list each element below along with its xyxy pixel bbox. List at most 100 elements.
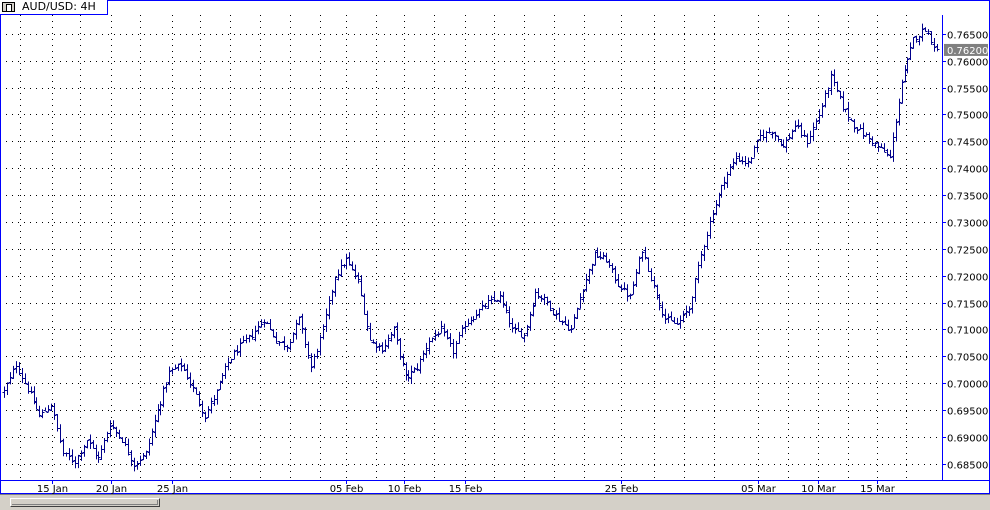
ohlc-bar xyxy=(404,362,409,381)
ohlc-bar xyxy=(114,426,119,438)
ohlc-bar xyxy=(150,428,155,446)
price-chart[interactable]: 0.76500 0.76000 0.75500 0.75000 0.74500 0.740… xyxy=(0,0,990,494)
ohlc-bar xyxy=(607,259,612,268)
price-tick-label: 0.74500 xyxy=(947,138,988,149)
ohlc-bar xyxy=(669,311,674,321)
ohlc-bar xyxy=(170,367,175,375)
ohlc-bar xyxy=(897,98,902,126)
ohlc-bar xyxy=(908,42,913,61)
ohlc-bar xyxy=(212,395,217,406)
ohlc-bar xyxy=(253,325,258,342)
ohlc-bar xyxy=(681,310,686,323)
ohlc-bar xyxy=(451,338,456,359)
ohlc-bar xyxy=(52,403,57,420)
ohlc-bar xyxy=(793,120,798,133)
ohlc-bar xyxy=(365,310,370,331)
ohlc-bar xyxy=(291,332,296,343)
ohlc-bar xyxy=(829,70,834,95)
ohlc-bar xyxy=(832,69,837,87)
ohlc-bar xyxy=(767,127,772,134)
ohlc-bar xyxy=(637,256,642,275)
ohlc-bar xyxy=(209,397,214,414)
chart-window-icon[interactable] xyxy=(2,2,15,12)
horizontal-scrollbar[interactable] xyxy=(0,494,990,510)
ohlc-bar xyxy=(67,448,72,461)
current-price-tag: 0.76200 xyxy=(944,43,988,57)
ohlc-bar xyxy=(796,119,801,129)
time-tick-label: 15 Mar xyxy=(860,484,896,494)
ohlc-bar xyxy=(294,319,299,340)
ohlc-bar xyxy=(439,320,444,334)
ohlc-bar xyxy=(525,324,530,337)
ohlc-bar xyxy=(386,334,391,349)
price-tick-label: 0.70500 xyxy=(947,353,988,364)
ohlc-bar xyxy=(430,337,435,343)
ohlc-bar xyxy=(477,308,482,318)
ohlc-bar xyxy=(2,386,7,398)
ohlc-bar xyxy=(510,318,515,333)
outer-frame xyxy=(0,0,990,494)
ohlc-bar xyxy=(593,251,598,266)
ohlc-bar xyxy=(73,456,78,469)
ohlc-bar xyxy=(646,257,651,272)
ohlc-bar xyxy=(241,335,246,343)
ohlc-bar xyxy=(20,367,25,384)
ohlc-bar xyxy=(460,324,465,338)
price-tick-label: 0.73000 xyxy=(947,219,988,230)
ohlc-bar xyxy=(34,397,39,410)
ohlc-bar xyxy=(14,361,19,374)
time-axis: 15 Jan 20 Jan 25 Jan 05 Feb 10 Feb 15 Feb 25 F… xyxy=(37,480,896,494)
price-tick-label: 0.69500 xyxy=(947,407,988,418)
scrollbar-thumb[interactable] xyxy=(10,498,160,507)
ohlc-bar xyxy=(167,366,172,386)
ohlc-bar xyxy=(563,316,568,325)
ohlc-bar xyxy=(96,451,101,463)
ohlc-bar xyxy=(911,37,916,49)
ohlc-bar xyxy=(625,284,630,302)
ohlc-bar xyxy=(359,275,364,297)
ohlc-bar xyxy=(91,440,96,449)
ohlc-bar xyxy=(23,373,28,385)
ohlc-bar xyxy=(427,337,432,355)
time-tick-label: 15 Jan xyxy=(37,484,68,494)
ohlc-bar xyxy=(330,289,335,305)
ohlc-bar xyxy=(835,81,840,93)
ohlc-bar xyxy=(613,266,618,284)
time-tick-label: 05 Mar xyxy=(741,484,777,494)
ohlc-bar xyxy=(315,348,320,359)
ohlc-bar xyxy=(271,329,276,338)
ohlc-bar xyxy=(634,269,639,287)
ohlc-bar xyxy=(176,363,181,371)
ohlc-bar xyxy=(711,210,716,224)
ohlc-bar xyxy=(516,322,521,332)
ohlc-bar xyxy=(849,118,854,121)
ohlc-bar xyxy=(542,293,547,306)
ohlc-bar xyxy=(699,250,704,269)
ohlc-bar xyxy=(442,323,447,337)
ohlc-bar xyxy=(324,308,329,333)
chart-title-bar[interactable]: AUD/USD: 4H xyxy=(0,0,108,15)
ohlc-bar xyxy=(480,300,485,311)
time-tick-label: 15 Feb xyxy=(449,484,483,494)
ohlc-bar xyxy=(808,130,813,144)
ohlc-bar xyxy=(11,365,16,379)
ohlc-bar xyxy=(327,296,332,320)
ohlc-bar xyxy=(619,284,624,292)
ohlc-bar xyxy=(708,216,713,239)
ohlc-bar xyxy=(203,411,208,423)
ohlc-bar xyxy=(702,244,707,261)
ohlc-bar xyxy=(288,340,293,351)
ohlc-bar xyxy=(584,273,589,292)
ohlc-bar xyxy=(740,156,745,165)
price-tick-label: 0.71500 xyxy=(947,300,988,311)
ohlc-bar xyxy=(776,135,781,143)
grid-layer xyxy=(0,15,942,480)
ohlc-bar xyxy=(483,303,488,309)
ohlc-bar xyxy=(761,129,766,141)
ohlc-bar xyxy=(640,251,645,262)
ohlc-bar xyxy=(905,57,910,74)
ohlc-bar xyxy=(870,136,875,147)
ohlc-bar xyxy=(705,231,710,250)
ohlc-bar xyxy=(528,311,533,331)
ohlc-bar xyxy=(398,337,403,360)
